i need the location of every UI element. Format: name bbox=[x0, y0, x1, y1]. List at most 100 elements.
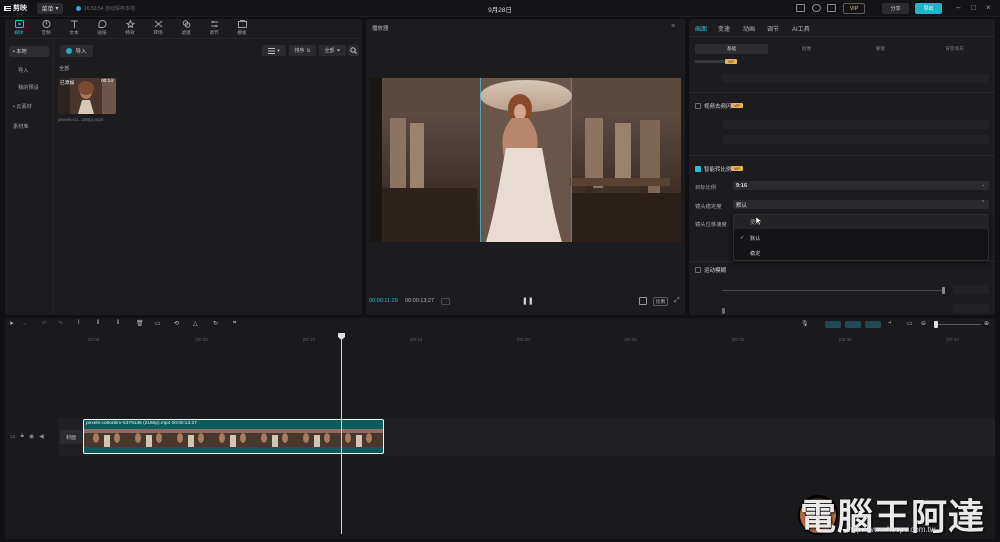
tab-picture[interactable]: 画面 bbox=[695, 24, 707, 33]
tab-media[interactable]: 媒体 bbox=[5, 19, 33, 38]
option-dynamic[interactable]: 灵动 bbox=[734, 215, 989, 229]
tab-audio[interactable]: 音频 bbox=[32, 19, 60, 38]
sidebar-item-import[interactable]: 导入 bbox=[9, 65, 49, 76]
mirror-icon[interactable]: △ bbox=[193, 320, 201, 328]
check-icon: ✓ bbox=[740, 235, 745, 241]
motion-blur-value[interactable] bbox=[953, 285, 989, 294]
subtab-mask[interactable]: 蒙版 bbox=[844, 44, 917, 54]
chevron-down-icon[interactable]: ⌄ bbox=[22, 320, 30, 328]
preview-axis-icon[interactable]: ⫞ bbox=[888, 320, 896, 328]
tab-filter[interactable]: 滤镜 bbox=[172, 19, 200, 38]
zoom-in-icon[interactable]: ⊕ bbox=[984, 320, 992, 328]
motion-blur-value-2[interactable] bbox=[953, 304, 989, 313]
zoom-slider-handle[interactable] bbox=[934, 321, 938, 328]
pause-icon[interactable]: ❚❚ bbox=[522, 297, 534, 305]
playhead-handle-icon[interactable] bbox=[338, 333, 345, 340]
vip-button[interactable]: VIP bbox=[843, 3, 865, 14]
rotate-icon[interactable]: ↻ bbox=[213, 320, 221, 328]
template-icon bbox=[237, 20, 247, 28]
tab-speed[interactable]: 变速 bbox=[718, 24, 730, 33]
subtab-cutout[interactable]: 抠像 bbox=[770, 44, 843, 54]
close-icon[interactable]: × bbox=[986, 4, 991, 12]
tab-text[interactable]: 文本 bbox=[60, 19, 88, 38]
tab-sticker[interactable]: 贴纸 bbox=[88, 19, 116, 38]
menu-button[interactable]: 菜单 ▾ bbox=[37, 3, 63, 14]
tab-template[interactable]: 模板 bbox=[228, 19, 256, 38]
sidebar-item-presets[interactable]: 我的预设 bbox=[9, 82, 49, 93]
time-ruler[interactable]: 00:00 |00:05 |00:10 |00:15 |00:20 |00:25 |00:3… bbox=[58, 334, 995, 344]
feedback-icon[interactable] bbox=[812, 4, 821, 12]
tab-adjust[interactable]: 调节 bbox=[200, 19, 228, 38]
tab-adjust[interactable]: 调节 bbox=[767, 24, 779, 33]
delete-icon[interactable]: 🗑 bbox=[136, 320, 144, 328]
denoise-checkbox[interactable] bbox=[695, 103, 701, 109]
speaker-icon[interactable]: ◀ bbox=[39, 433, 44, 440]
timecode-format-icon[interactable] bbox=[441, 298, 450, 305]
ratio-button[interactable]: 比例 bbox=[653, 297, 668, 306]
sidebar-item-cloud[interactable]: • 云素材 bbox=[9, 101, 49, 112]
hidden-dropdown[interactable] bbox=[722, 74, 989, 83]
denoise-option-2[interactable] bbox=[722, 135, 989, 144]
slider-handle[interactable] bbox=[722, 308, 725, 314]
timeline-clip[interactable]: pexels-cottonbro-5379136 (2160p).mp4 00:… bbox=[83, 419, 384, 454]
view-toggle-button[interactable]: ▾ bbox=[262, 45, 286, 56]
split-right-icon[interactable]: ǁ bbox=[117, 320, 125, 328]
linkage-icon[interactable] bbox=[865, 321, 881, 328]
import-button[interactable]: 导入 bbox=[60, 45, 93, 57]
option-default[interactable]: ✓ 默认 bbox=[734, 231, 989, 245]
layout-icon[interactable] bbox=[827, 4, 836, 12]
share-button[interactable]: 分享 bbox=[882, 3, 909, 14]
export-button[interactable]: 导出 bbox=[915, 3, 942, 14]
eye-icon[interactable]: ◉ bbox=[29, 433, 34, 440]
freeze-frame-icon[interactable]: ▭ bbox=[155, 320, 163, 328]
minimize-icon[interactable]: – bbox=[956, 4, 960, 12]
denoise-option-1[interactable] bbox=[722, 120, 989, 129]
tab-ai-tools[interactable]: AI工具 bbox=[792, 24, 810, 33]
track-settings-icon[interactable]: ▭ bbox=[10, 433, 16, 440]
tab-transition[interactable]: 转场 bbox=[144, 19, 172, 38]
ruler-tick-label: |00:25 bbox=[624, 337, 637, 342]
subtab-background[interactable]: 背景填充 bbox=[918, 44, 991, 54]
lock-icon[interactable]: 🔒︎ bbox=[21, 433, 24, 440]
slider-handle[interactable] bbox=[942, 287, 945, 294]
tab-effects[interactable]: 特效 bbox=[116, 19, 144, 38]
shortcut-icon[interactable] bbox=[796, 4, 805, 12]
reverse-icon[interactable]: ⟲ bbox=[174, 320, 182, 328]
auto-snap-icon[interactable] bbox=[845, 321, 861, 328]
tab-animation[interactable]: 动画 bbox=[743, 24, 755, 33]
motion-blur-checkbox[interactable] bbox=[695, 267, 701, 273]
video-preview[interactable] bbox=[370, 78, 681, 242]
crop-icon[interactable]: ⌗ bbox=[233, 320, 241, 328]
sidebar-item-library[interactable]: 素材库 bbox=[9, 121, 49, 132]
smart-ratio-checkbox[interactable] bbox=[695, 166, 701, 172]
caption-icon[interactable]: ▭ bbox=[907, 320, 915, 328]
split-left-icon[interactable]: ǁ bbox=[97, 320, 105, 328]
chevron-down-icon: ▾ bbox=[55, 6, 59, 12]
sidebar-item-local[interactable]: • 本地 bbox=[9, 46, 49, 57]
fit-screen-icon[interactable] bbox=[639, 297, 647, 305]
split-icon[interactable]: ǀ bbox=[78, 320, 86, 328]
zoom-slider[interactable] bbox=[935, 324, 981, 325]
target-ratio-dropdown[interactable]: 9:16 bbox=[733, 181, 989, 190]
filter-button[interactable]: 全部 ⏷ bbox=[319, 45, 346, 56]
option-stable[interactable]: 稳定 bbox=[734, 246, 989, 260]
vip-badge-label: VIP bbox=[731, 103, 743, 108]
select-tool-icon[interactable]: ➤ bbox=[9, 320, 17, 328]
player-menu-icon[interactable]: ≡ bbox=[671, 23, 675, 30]
undo-icon[interactable]: ↶ bbox=[42, 320, 50, 328]
search-button[interactable] bbox=[348, 45, 359, 56]
microphone-icon[interactable]: 🎙 bbox=[801, 320, 809, 328]
media-sidebar: • 本地 导入 我的预设 • 云素材 素材库 bbox=[5, 39, 54, 315]
main-track-magnet-icon[interactable] bbox=[825, 321, 841, 328]
subtab-basic[interactable]: 基础 bbox=[695, 44, 768, 54]
motion-blur-slider[interactable] bbox=[722, 290, 944, 291]
sort-button[interactable]: 排序 ⇅ bbox=[289, 45, 316, 56]
media-clip-thumbnail[interactable]: 已添加 00:14 bbox=[58, 78, 116, 114]
fullscreen-icon[interactable]: ⤢ bbox=[674, 297, 680, 305]
maximize-icon[interactable]: □ bbox=[971, 4, 976, 12]
stability-dropdown[interactable]: 默认 bbox=[733, 200, 989, 209]
redo-icon[interactable]: ↷ bbox=[58, 320, 66, 328]
cover-button[interactable]: 封面 bbox=[60, 430, 82, 444]
playhead[interactable] bbox=[341, 334, 342, 534]
zoom-out-icon[interactable]: ⊖ bbox=[921, 320, 929, 328]
